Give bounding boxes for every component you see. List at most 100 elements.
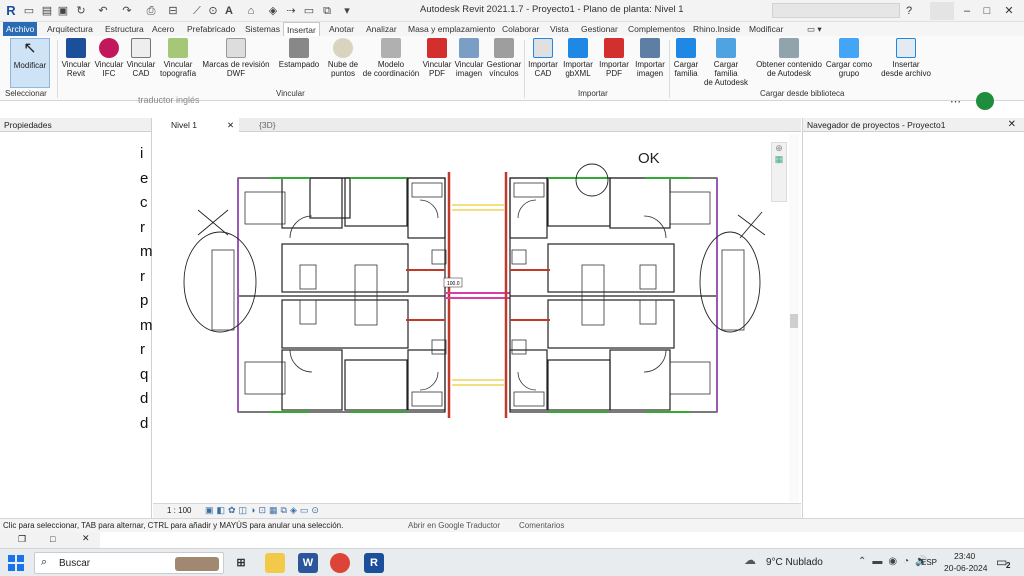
customize-qat-icon[interactable]: ▾: [340, 3, 354, 19]
tab-colaborar[interactable]: Colaborar: [499, 22, 542, 36]
close-browser-icon[interactable]: ✕: [1008, 118, 1016, 132]
tag-icon[interactable]: ⊙: [206, 3, 220, 19]
section-icon[interactable]: ◈: [266, 3, 280, 19]
thin-lines-icon[interactable]: ⇢: [284, 3, 298, 19]
maximize-button[interactable]: □: [978, 2, 996, 20]
tab-estructura[interactable]: Estructura: [102, 22, 147, 36]
scale-selector[interactable]: 1 : 100: [167, 506, 191, 515]
tab-vista[interactable]: Vista: [547, 22, 572, 36]
language-indicator[interactable]: ESP: [921, 558, 937, 567]
weather-text[interactable]: 9°C Nublado: [766, 557, 823, 568]
start-icon[interactable]: [8, 555, 24, 571]
clock-date[interactable]: 20-06-2024: [944, 563, 987, 573]
open-icon[interactable]: ▭: [22, 3, 36, 19]
save-icon[interactable]: ▣: [56, 3, 70, 19]
help-icon[interactable]: ?: [900, 2, 918, 20]
dwf-markup-icon: [226, 38, 246, 58]
file-explorer-icon[interactable]: [265, 553, 285, 573]
link-topography-button[interactable]: Vincular topografía: [157, 38, 199, 88]
folder-icon[interactable]: ▤: [40, 3, 54, 19]
view-control-icons[interactable]: ▣◧✿◫◑⊡▦⧉◈▭⊙: [205, 505, 322, 516]
drawing-area[interactable]: Nivel 1 ✕ {3D} OK 100.0 ⊕ ▦ 1: 100 ▣◧✿◫…: [153, 118, 801, 518]
navigation-bar[interactable]: ⊕ ▦: [771, 142, 787, 202]
import-pdf-button[interactable]: Importar PDF: [597, 38, 631, 88]
close-hidden-icon[interactable]: ▭: [302, 3, 316, 19]
notifications-count: 2: [1006, 561, 1011, 570]
tab-gestionar[interactable]: Gestionar: [578, 22, 621, 36]
load-autodesk-family-button[interactable]: Cargar familia de Autodesk: [702, 38, 750, 88]
tab-archivo[interactable]: Archivo: [3, 22, 38, 36]
undo-icon[interactable]: ↶: [96, 3, 110, 19]
manage-links-button[interactable]: Gestionar vínculos: [486, 38, 522, 88]
dimension-icon[interactable]: ⟋: [190, 3, 204, 19]
tab-sistemas[interactable]: Sistemas: [242, 22, 283, 36]
tab-3d[interactable]: {3D}: [241, 118, 331, 132]
close-tab-icon[interactable]: ✕: [227, 118, 234, 132]
tab-acero[interactable]: Acero: [149, 22, 177, 36]
import-gbxml-button[interactable]: Importar gbXML: [561, 38, 595, 88]
task-view-icon[interactable]: ⊞: [231, 553, 251, 573]
switch-windows-icon[interactable]: ⧉: [320, 3, 334, 19]
taskbar-search[interactable]: ⌕ Buscar: [34, 552, 224, 574]
close-button[interactable]: ✕: [1000, 2, 1018, 20]
link-pdf-button[interactable]: Vincular PDF: [421, 38, 453, 88]
ribbon-panel: ↖ Modificar Vincular Revit Vincular IFC Vi…: [0, 36, 1024, 101]
chrome-icon[interactable]: [330, 553, 350, 573]
print-icon[interactable]: ⎙: [144, 3, 158, 19]
word-icon[interactable]: W: [298, 553, 318, 573]
link-image-button[interactable]: Vincular imagen: [453, 38, 485, 88]
load-family-button[interactable]: Cargar familia: [670, 38, 702, 88]
sync-icon[interactable]: ↻: [74, 3, 88, 19]
taskbar: ⌕ Buscar ⊞ W R ☁ 9°C Nublado ⌃▬◉◔🔊 ESP 2…: [0, 548, 1024, 576]
text-icon[interactable]: A: [222, 3, 236, 19]
contextual-dropdown-icon[interactable]: ▭ ▾: [804, 22, 825, 36]
restore-icon[interactable]: ❐: [18, 534, 26, 545]
tab-nivel-1[interactable]: Nivel 1 ✕: [153, 118, 239, 132]
decal-button[interactable]: Estampado: [276, 38, 322, 88]
tab-complementos[interactable]: Complementos: [625, 22, 688, 36]
properties-panel: Propiedades i e c r m r p m r q d d: [0, 118, 153, 518]
tab-anotar[interactable]: Anotar: [326, 22, 357, 36]
close-icon[interactable]: ✕: [82, 533, 90, 544]
import-image-button[interactable]: Importar imagen: [633, 38, 667, 88]
load-group-button[interactable]: Cargar como grupo: [825, 38, 873, 88]
comments-link[interactable]: Comentarios: [519, 521, 564, 530]
vertical-scrollbar[interactable]: [789, 134, 799, 502]
tab-modificar[interactable]: Modificar: [746, 22, 786, 36]
maximize-icon[interactable]: □: [50, 534, 55, 544]
user-account-button[interactable]: [930, 2, 954, 20]
tab-prefabricado[interactable]: Prefabricado: [184, 22, 238, 36]
insert-from-file-button[interactable]: Insertar desde archivo: [877, 38, 935, 88]
tab-rhino-inside[interactable]: Rhino.Inside: [690, 22, 743, 36]
revit-logo[interactable]: R: [4, 3, 18, 19]
tab-arquitectura[interactable]: Arquitectura: [44, 22, 96, 36]
coordination-model-button[interactable]: Modelo de coordinación: [361, 38, 421, 88]
scroll-thumb[interactable]: [790, 314, 798, 328]
point-cloud-button[interactable]: Nube de puntos: [324, 38, 362, 88]
floor-plan[interactable]: OK 100.0: [153, 132, 801, 502]
measure-icon[interactable]: ⊟: [166, 3, 180, 19]
get-content-button[interactable]: Obtener contenido de Autodesk: [754, 38, 824, 88]
link-revit-button[interactable]: Vincular Revit: [59, 38, 93, 88]
import-cad-button[interactable]: Importar CAD: [527, 38, 559, 88]
minimize-button[interactable]: –: [958, 2, 976, 20]
translate-link[interactable]: Abrir en Google Traductor: [408, 521, 500, 530]
import-image-icon: [640, 38, 660, 58]
clock-time[interactable]: 23:40: [954, 551, 975, 561]
redo-icon[interactable]: ↷: [120, 3, 134, 19]
modify-button[interactable]: ↖ Modificar: [10, 38, 50, 88]
background-letters: i e c r m r p m r q d d: [140, 145, 153, 432]
search-input[interactable]: [772, 3, 900, 18]
revit-taskbar-icon[interactable]: R: [364, 553, 384, 573]
zoom-icon[interactable]: ⊕: [772, 143, 786, 154]
link-ifc-button[interactable]: Vincular IFC: [93, 38, 125, 88]
dwf-markup-button[interactable]: Marcas de revisión DWF: [201, 38, 271, 88]
tab-masa[interactable]: Masa y emplazamiento: [405, 22, 498, 36]
steering-wheel-icon[interactable]: ▦: [772, 154, 786, 165]
link-cad-button[interactable]: Vincular CAD: [125, 38, 157, 88]
group-seleccionar[interactable]: Seleccionar: [5, 89, 47, 98]
3d-view-icon[interactable]: ⌂: [244, 3, 258, 19]
tab-analizar[interactable]: Analizar: [363, 22, 400, 36]
tab-insertar[interactable]: Insertar: [283, 22, 320, 36]
weather-icon[interactable]: ☁: [744, 553, 756, 567]
